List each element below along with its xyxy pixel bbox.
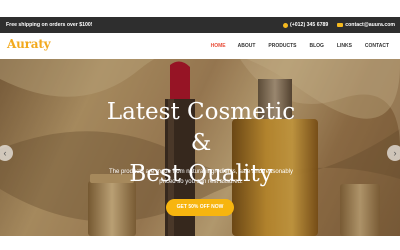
main-nav: HOME ABOUT PRODUCTS BLOG LINKS CONTACT [211, 43, 389, 49]
email-item[interactable]: contact@auura.com [337, 22, 395, 28]
phone-item[interactable]: (+012) 345 6789 [283, 22, 328, 28]
get-discount-button[interactable]: GET 50% OFF NOW [166, 199, 234, 216]
phone-icon [283, 22, 289, 28]
email-address: contact@auura.com [345, 22, 395, 28]
hero-description-line-2: priced so you can rest assured. [159, 179, 243, 185]
hero-description: The products are made from natural ingre… [102, 167, 300, 187]
page: Free shipping on orders over $100! (+012… [0, 0, 400, 250]
nav-products[interactable]: PRODUCTS [268, 43, 296, 49]
nav-home[interactable]: HOME [211, 43, 226, 49]
phone-number: (+012) 345 6789 [290, 22, 329, 28]
nav-blog[interactable]: BLOG [309, 43, 323, 49]
nav-contact[interactable]: CONTACT [365, 43, 389, 49]
hero-slider: Latest Cosmetic & Best Quality The produ… [0, 59, 400, 236]
nav-about[interactable]: ABOUT [238, 43, 256, 49]
contact-info: (+012) 345 6789 contact@auura.com [283, 22, 395, 28]
page-bottom-strip [0, 236, 400, 250]
hero-description-line-1: The products are made from natural ingre… [108, 169, 294, 175]
top-bar: Free shipping on orders over $100! (+012… [0, 17, 400, 33]
mail-icon [337, 23, 344, 27]
brand-logo[interactable]: Auraty [7, 37, 51, 51]
nav-links[interactable]: LINKS [337, 43, 352, 49]
hero-title-line-1: Latest Cosmetic & [106, 99, 296, 156]
site-header: Auraty HOME ABOUT PRODUCTS BLOG LINKS CO… [0, 33, 400, 59]
next-slide-arrow-icon[interactable]: › [387, 145, 400, 161]
shipping-notice: Free shipping on orders over $100! [6, 22, 93, 28]
